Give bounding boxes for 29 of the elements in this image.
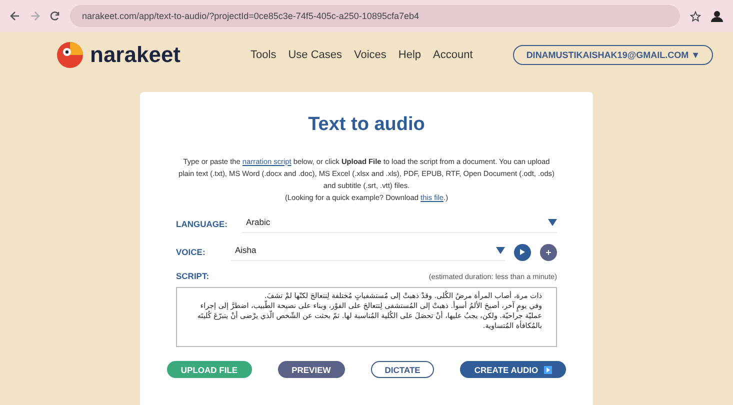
- action-button[interactable]: DICTATE: [370, 361, 434, 378]
- play-icon: [544, 366, 552, 374]
- nav-link[interactable]: Account: [433, 49, 473, 61]
- nav-link[interactable]: Use Cases: [288, 49, 342, 61]
- voice-select[interactable]: Aisha: [231, 243, 505, 262]
- voice-label: VOICE:: [176, 247, 206, 258]
- dropdown-caret-icon: [548, 218, 557, 226]
- action-button[interactable]: PREVIEW: [278, 361, 345, 378]
- brand-name: narakeet: [90, 42, 181, 68]
- parrot-logo-icon: [56, 41, 84, 69]
- address-bar[interactable]: narakeet.com/app/text-to-audio/?projectId=0ce85c3e-74f5-405c-a250-10895cfa7eb4: [70, 5, 680, 27]
- account-menu-button[interactable]: DINAMUSTIKAISHAK19@GMAIL.COM ▼: [513, 45, 713, 65]
- script-label: SCRIPT:: [176, 271, 210, 282]
- dropdown-caret-icon: [496, 246, 505, 254]
- star-icon[interactable]: [690, 10, 701, 22]
- reload-icon[interactable]: [50, 11, 60, 21]
- nav-link[interactable]: Help: [398, 49, 422, 61]
- language-label: LANGUAGE:: [176, 219, 228, 230]
- play-icon: [520, 249, 525, 256]
- play-button[interactable]: [514, 244, 531, 261]
- profile-icon[interactable]: [711, 10, 723, 22]
- language-select[interactable]: Arabic: [242, 215, 557, 234]
- plus-icon: [546, 250, 551, 255]
- add-button[interactable]: [540, 244, 557, 261]
- back-icon[interactable]: [10, 11, 20, 21]
- page-title: Text to audio: [308, 114, 425, 136]
- nav-link[interactable]: Voices: [354, 49, 386, 61]
- nav-link[interactable]: Tools: [250, 49, 276, 61]
- action-button[interactable]: CREATE AUDIO: [460, 361, 566, 378]
